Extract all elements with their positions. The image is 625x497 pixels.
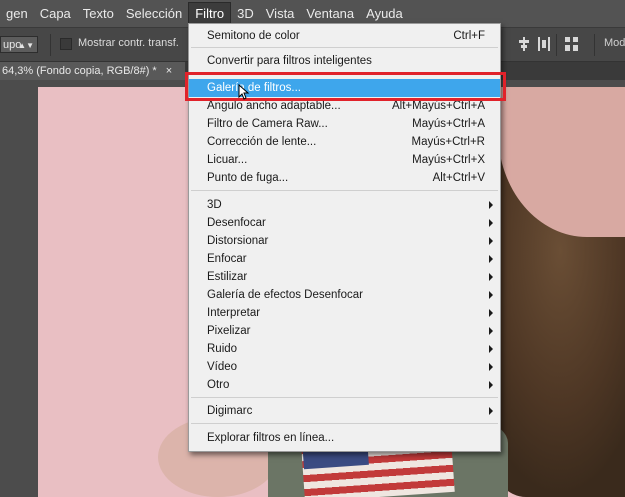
menu-separator: [191, 397, 498, 398]
menu-item-ruido[interactable]: Ruido: [189, 340, 500, 358]
menu-item-label: Punto de fuga...: [207, 172, 289, 184]
menu-item-label: Enfocar: [207, 253, 247, 265]
menu-separator: [191, 423, 498, 424]
menu-item-label: Convertir para filtros inteligentes: [207, 55, 372, 67]
annotation-highlight-box: [185, 72, 506, 101]
menu-item-galeria-efectos-desenfocar[interactable]: Galería de efectos Desenfocar: [189, 286, 500, 304]
menu-item-3d[interactable]: 3D: [189, 196, 500, 214]
submenu-arrow-icon: [489, 273, 493, 281]
menu-item-pixelizar[interactable]: Pixelizar: [189, 322, 500, 340]
menu-item-label: Galería de efectos Desenfocar: [207, 289, 363, 301]
menu-item-camera-raw[interactable]: Filtro de Camera Raw... Mayús+Ctrl+A: [189, 115, 500, 133]
submenu-arrow-icon: [489, 201, 493, 209]
menu-item-label: Ruido: [207, 343, 238, 355]
menu-separator: [191, 47, 498, 48]
menu-item-label: 3D: [207, 199, 222, 211]
submenu-arrow-icon: [489, 407, 493, 415]
menu-item-otro[interactable]: Otro: [189, 376, 500, 394]
menu-item-label: Corrección de lente...: [207, 136, 317, 148]
menu-filtro[interactable]: Filtro: [188, 1, 232, 26]
document-tab[interactable]: 64,3% (Fondo copia, RGB/8#) * ×: [0, 62, 185, 80]
menu-item-shortcut: Mayús+Ctrl+A: [412, 118, 485, 130]
menu-ayuda[interactable]: Ayuda: [360, 3, 409, 25]
menu-item-video[interactable]: Vídeo: [189, 358, 500, 376]
divider: [594, 34, 595, 56]
menu-3d[interactable]: 3D: [231, 3, 260, 25]
menu-item-interpretar[interactable]: Interpretar: [189, 304, 500, 322]
menu-item-convertir[interactable]: Convertir para filtros inteligentes: [189, 52, 500, 70]
auto-select-dropdown[interactable]: upo ▲▼: [0, 36, 38, 53]
menu-item-correccion-lente[interactable]: Corrección de lente... Mayús+Ctrl+R: [189, 133, 500, 151]
show-transform-checkbox[interactable]: [60, 38, 72, 50]
menu-texto[interactable]: Texto: [77, 3, 120, 25]
submenu-arrow-icon: [489, 345, 493, 353]
submenu-arrow-icon: [489, 327, 493, 335]
menu-item-label: Distorsionar: [207, 235, 269, 247]
submenu-arrow-icon: [489, 219, 493, 227]
3d-mode-label: Modo: [604, 37, 625, 49]
menu-item-desenfocar[interactable]: Desenfocar: [189, 214, 500, 232]
menu-imagen[interactable]: gen: [0, 3, 34, 25]
menu-item-semitono[interactable]: Semitono de color Ctrl+F: [189, 27, 500, 45]
menu-item-digimarc[interactable]: Digimarc: [189, 402, 500, 420]
menu-item-label: Interpretar: [207, 307, 261, 319]
menu-item-licuar[interactable]: Licuar... Mayús+Ctrl+X: [189, 151, 500, 169]
close-icon[interactable]: ×: [166, 65, 172, 77]
menu-item-label: Estilizar: [207, 271, 248, 283]
menu-separator: [191, 190, 498, 191]
menu-ventana[interactable]: Ventana: [300, 3, 360, 25]
menu-vista[interactable]: Vista: [260, 3, 301, 25]
menu-item-label: Semitono de color: [207, 30, 300, 42]
submenu-arrow-icon: [489, 291, 493, 299]
divider: [50, 34, 51, 56]
align-center-icon[interactable]: [517, 37, 531, 51]
menu-item-label: Digimarc: [207, 405, 253, 417]
menu-item-explorar-filtros[interactable]: Explorar filtros en línea...: [189, 429, 500, 447]
document-tab-title: 64,3% (Fondo copia, RGB/8#) *: [2, 65, 157, 77]
menu-item-label: Filtro de Camera Raw...: [207, 118, 328, 130]
menu-item-label: Desenfocar: [207, 217, 266, 229]
dropdown-arrow-icon: ▲▼: [18, 41, 34, 50]
menu-item-label: Licuar...: [207, 154, 248, 166]
submenu-arrow-icon: [489, 363, 493, 371]
menu-item-shortcut: Alt+Ctrl+V: [432, 172, 485, 184]
divider: [556, 34, 557, 56]
menu-item-distorsionar[interactable]: Distorsionar: [189, 232, 500, 250]
menu-item-shortcut: Mayús+Ctrl+R: [411, 136, 486, 148]
show-transform-label: Mostrar contr. transf.: [78, 37, 179, 49]
distribute-horizontal-icon[interactable]: [565, 37, 579, 51]
mouse-cursor-icon: [238, 84, 250, 100]
menu-item-label: Otro: [207, 379, 230, 391]
submenu-arrow-icon: [489, 309, 493, 317]
submenu-arrow-icon: [489, 237, 493, 245]
submenu-arrow-icon: [489, 381, 493, 389]
menu-item-label: Vídeo: [207, 361, 238, 373]
menu-seleccion[interactable]: Selección: [120, 3, 188, 25]
menu-capa[interactable]: Capa: [34, 3, 77, 25]
menu-item-shortcut: Ctrl+F: [453, 30, 485, 42]
distribute-icon[interactable]: [537, 37, 551, 51]
submenu-arrow-icon: [489, 255, 493, 263]
menu-item-label: Pixelizar: [207, 325, 251, 337]
menu-item-punto-fuga[interactable]: Punto de fuga... Alt+Ctrl+V: [189, 169, 500, 187]
menu-item-label: Explorar filtros en línea...: [207, 432, 335, 444]
menu-item-enfocar[interactable]: Enfocar: [189, 250, 500, 268]
menu-item-shortcut: Mayús+Ctrl+X: [412, 154, 485, 166]
menu-item-estilizar[interactable]: Estilizar: [189, 268, 500, 286]
